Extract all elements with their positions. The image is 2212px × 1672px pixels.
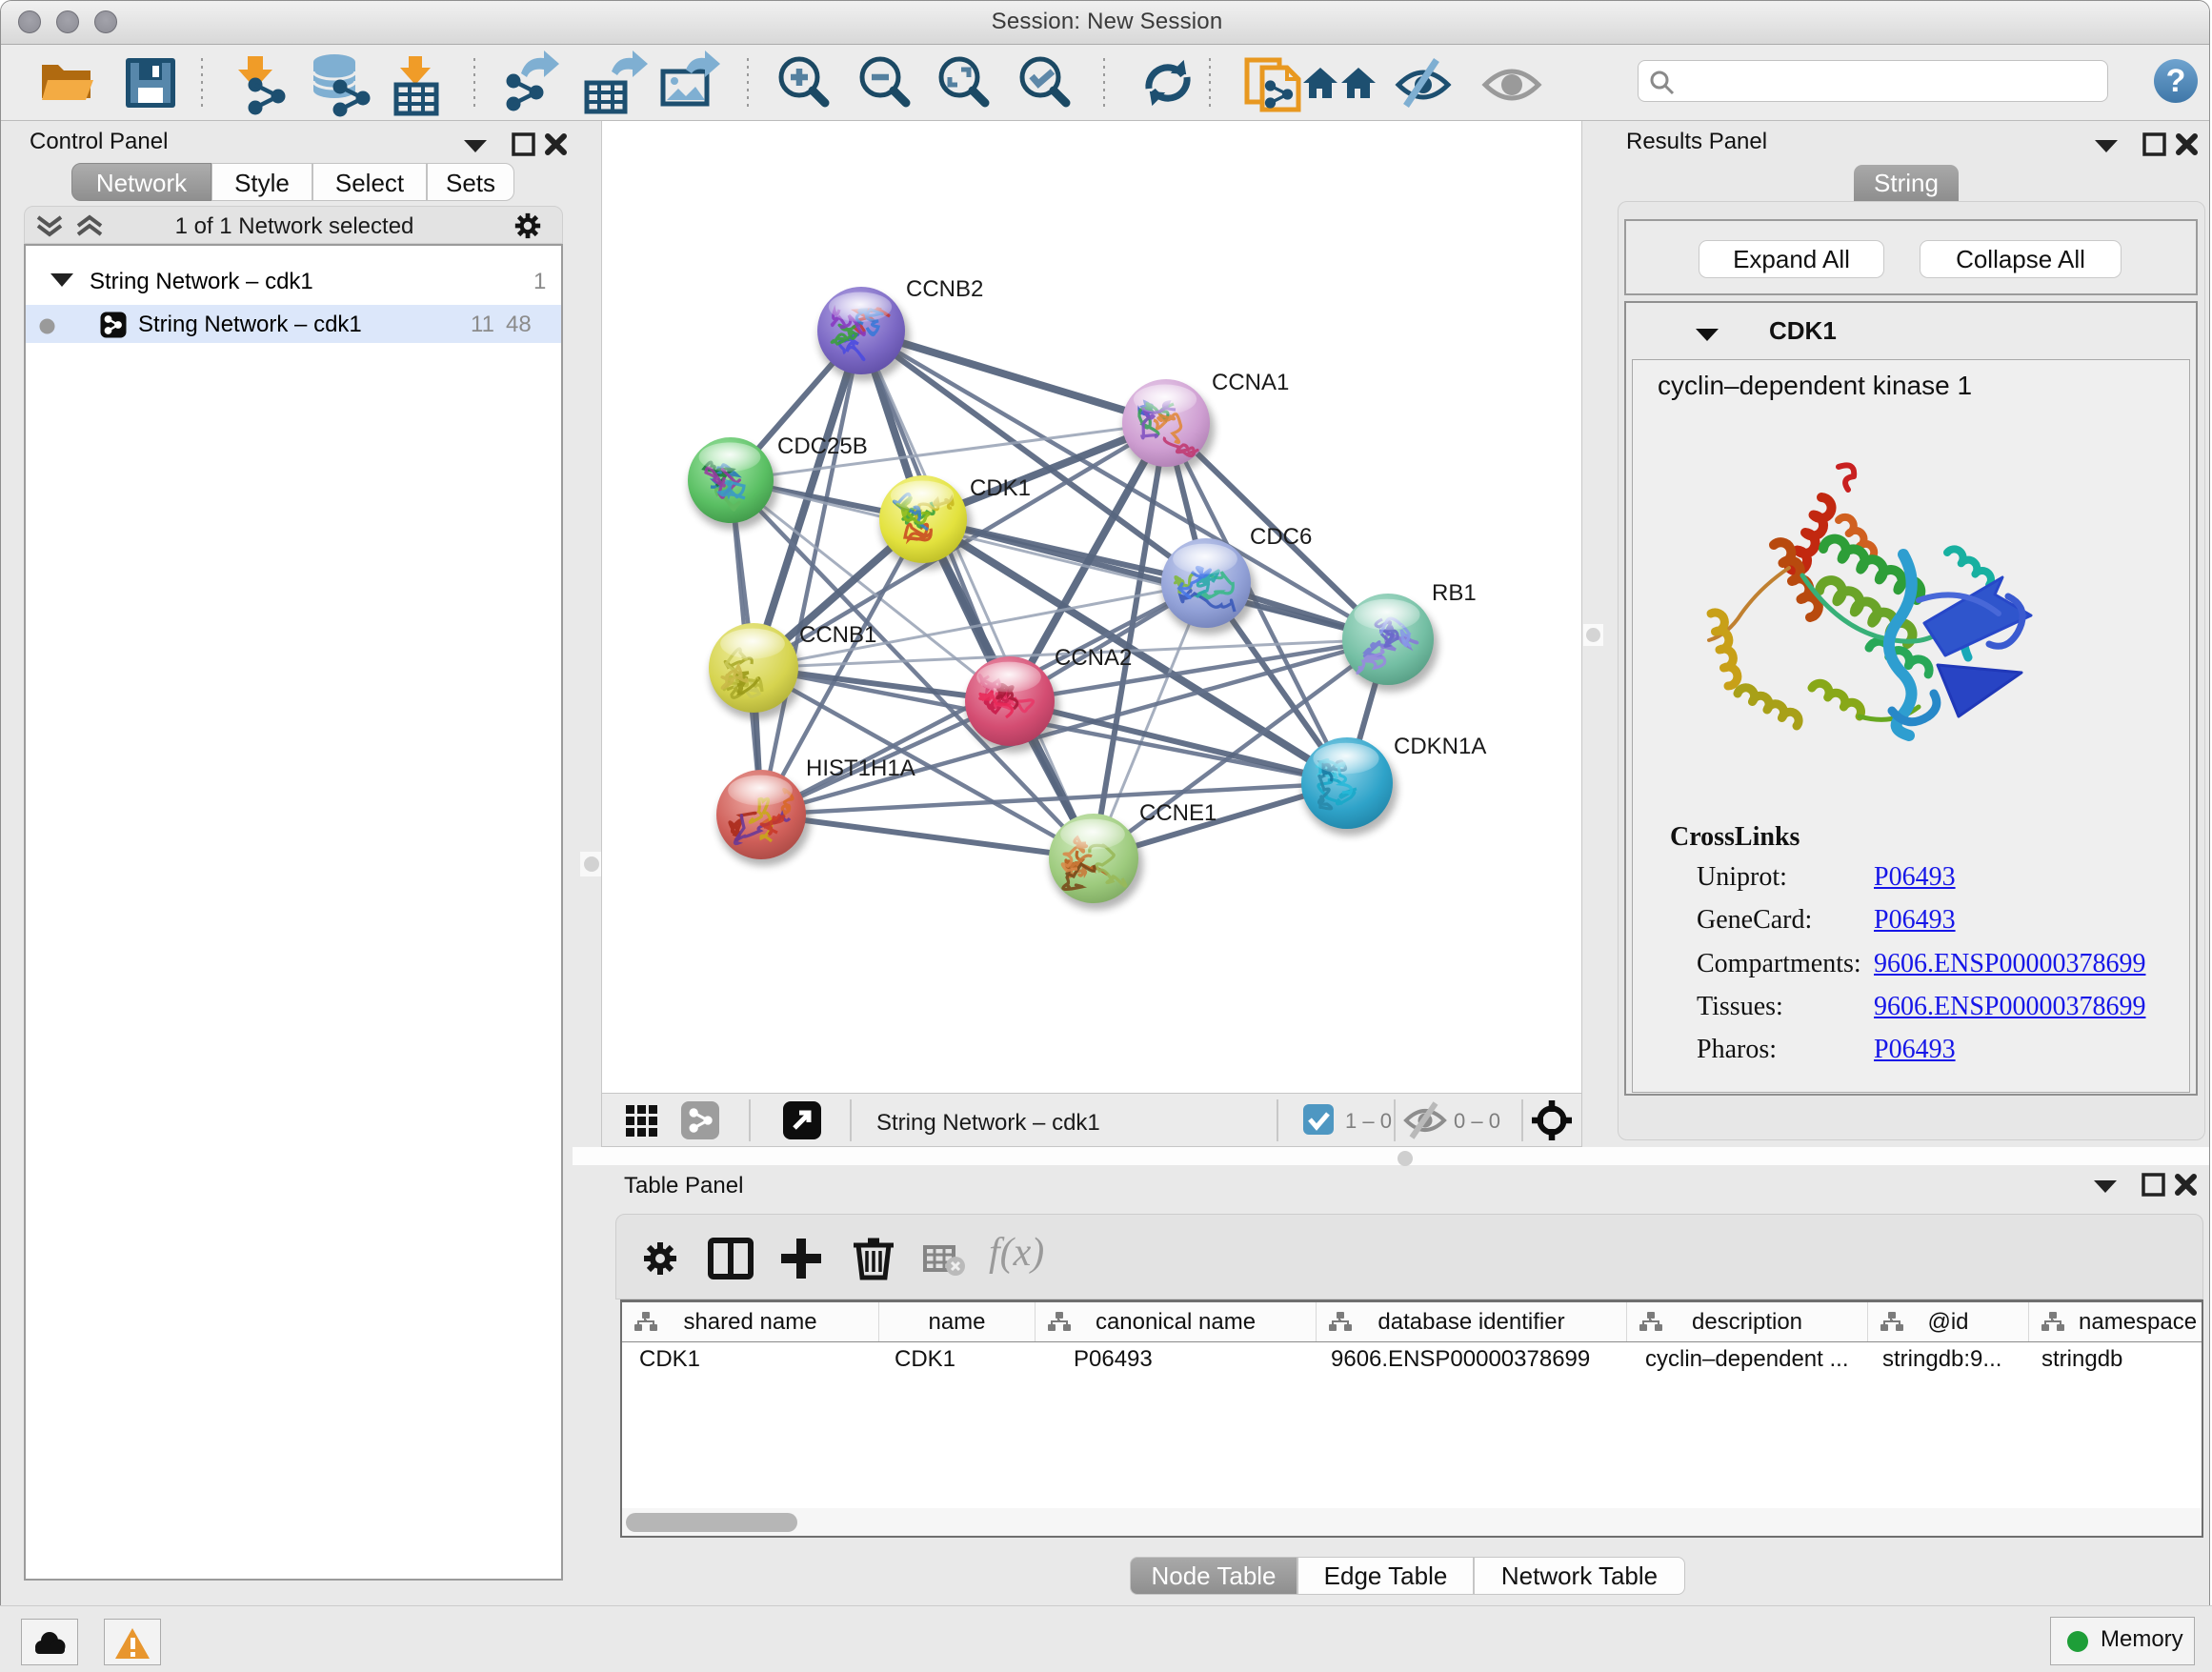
- svg-text:RB1: RB1: [1432, 580, 1477, 606]
- svg-text:0 – 0: 0 – 0: [1454, 1109, 1500, 1133]
- svg-text:CCNE1: CCNE1: [1139, 800, 1217, 826]
- svg-text:CCNB1: CCNB1: [799, 622, 876, 648]
- svg-text:CCNB2: CCNB2: [906, 276, 983, 302]
- svg-text:CCNA1: CCNA1: [1212, 370, 1289, 395]
- svg-text:1 – 0: 1 – 0: [1345, 1109, 1392, 1133]
- svg-text:String Network – cdk1: String Network – cdk1: [876, 1110, 1100, 1136]
- svg-text:CCNA2: CCNA2: [1055, 645, 1132, 671]
- svg-text:CDC25B: CDC25B: [777, 433, 868, 459]
- svg-text:HIST1H1A: HIST1H1A: [806, 755, 915, 781]
- svg-text:CDKN1A: CDKN1A: [1394, 734, 1486, 759]
- svg-text:CDK1: CDK1: [970, 475, 1031, 501]
- svg-text:CDC6: CDC6: [1250, 524, 1312, 550]
